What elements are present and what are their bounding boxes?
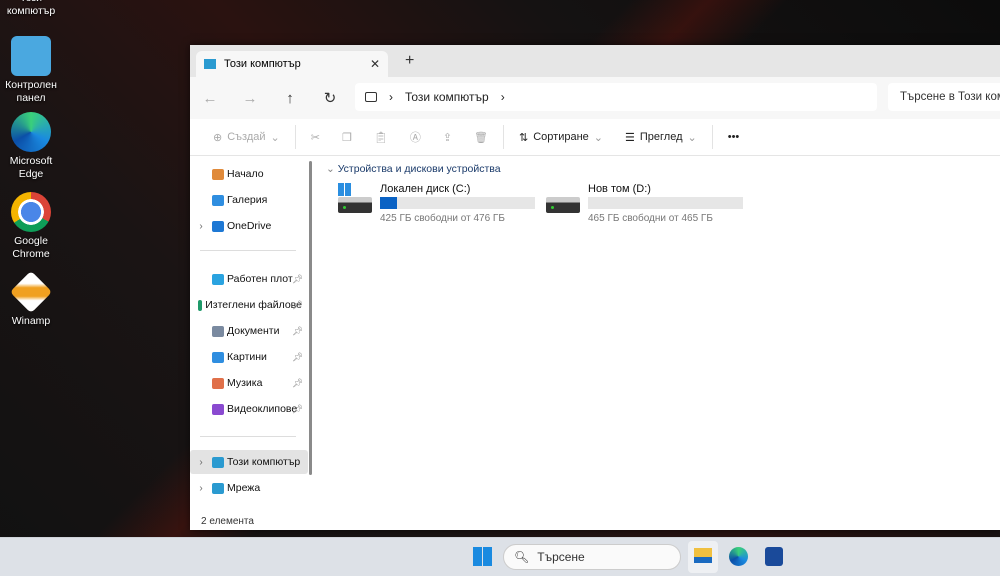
taskbar-store[interactable] xyxy=(765,547,783,566)
command-bar: ⊕Създай⌄ ✂ ❐ 📋︎ Ⓐ ⇪ 🗑︎ ⇅Сортиране⌄ ☰Прег… xyxy=(190,119,1000,156)
pin-icon[interactable]: 📌︎ xyxy=(292,274,302,285)
group-header-devices[interactable]: ⌄ Устройства и дискови устройства xyxy=(326,163,501,175)
view-button[interactable]: ☰Преглед⌄ xyxy=(614,131,708,144)
sidebar-item-pictures[interactable]: Картини📌︎ xyxy=(190,345,302,369)
desktop-icon-chrome[interactable]: Google Chrome xyxy=(0,192,62,261)
folder-icon xyxy=(694,548,712,563)
create-button[interactable]: ⊕Създай⌄ xyxy=(202,131,291,144)
divider xyxy=(200,250,296,251)
desktop-folder-icon xyxy=(212,274,224,285)
status-bar-item-count: 2 елемента xyxy=(201,516,254,527)
pin-icon[interactable]: 📌︎ xyxy=(292,326,302,337)
divider xyxy=(295,125,296,149)
cut-icon[interactable]: ✂ xyxy=(300,131,331,144)
sidebar-item-music[interactable]: Музика📌︎ xyxy=(190,371,302,395)
drive-usage-bar xyxy=(380,197,535,209)
computer-icon xyxy=(212,457,224,468)
sidebar-item-onedrive[interactable]: ›OneDrive xyxy=(190,214,302,238)
sidebar-item-home[interactable]: Начало xyxy=(190,162,302,186)
sidebar-item-network[interactable]: ›Мрежа xyxy=(190,476,302,500)
close-tab-button[interactable]: ✕ xyxy=(370,57,380,71)
documents-icon xyxy=(212,326,224,337)
home-icon xyxy=(212,169,224,180)
plus-circle-icon: ⊕ xyxy=(213,131,222,144)
up-button[interactable]: ↑ xyxy=(270,90,310,107)
videos-icon xyxy=(212,404,224,415)
divider xyxy=(503,125,504,149)
copy-icon[interactable]: ❐ xyxy=(331,131,363,144)
control-panel-icon xyxy=(11,36,51,76)
sidebar-item-documents[interactable]: Документи📌︎ xyxy=(190,319,302,343)
sidebar-item-videos[interactable]: Видеоклипове📌︎ xyxy=(190,397,302,421)
pin-icon[interactable]: 📌︎ xyxy=(292,378,302,389)
breadcrumb-this-pc[interactable]: Този компютър xyxy=(405,90,489,104)
sidebar-item-downloads[interactable]: Изтеглени файлове📌︎ xyxy=(190,293,302,317)
tab-bar: Този компютър ✕ + xyxy=(190,45,1000,77)
start-button[interactable] xyxy=(473,547,492,566)
navigation-pane: Начало Галерия ›OneDrive Работен плот📌︎ … xyxy=(190,157,312,517)
desktop-icon-winamp[interactable]: Winamp xyxy=(0,272,62,328)
taskbar: 🔍︎Търсене xyxy=(0,537,1000,576)
forward-button[interactable]: → xyxy=(230,90,270,107)
taskbar-search[interactable]: 🔍︎Търсене xyxy=(503,544,681,570)
view-icon: ☰ xyxy=(625,131,635,144)
address-row: ← → ↑ ↻ › Този компютър › Търсене в Този… xyxy=(190,77,1000,119)
paste-icon[interactable]: 📋︎ xyxy=(363,131,399,144)
pin-icon[interactable]: 📌︎ xyxy=(292,352,302,363)
taskbar-edge[interactable] xyxy=(729,547,748,566)
sidebar-item-gallery[interactable]: Галерия xyxy=(190,188,302,212)
winamp-icon xyxy=(10,271,52,313)
more-options-button[interactable]: ••• xyxy=(717,131,751,143)
pin-icon[interactable]: 📌︎ xyxy=(292,300,302,311)
sidebar-item-desktop[interactable]: Работен плот📌︎ xyxy=(190,267,302,291)
music-icon xyxy=(212,378,224,389)
drive-usage-bar xyxy=(588,197,743,209)
search-icon: 🔍︎ xyxy=(514,550,529,564)
address-bar[interactable]: › Този компютър › xyxy=(355,83,877,111)
sidebar-scrollbar[interactable] xyxy=(309,161,312,475)
chevron-right-icon: › xyxy=(389,90,393,104)
desktop-icon-control-panel[interactable]: Контролен панел xyxy=(0,36,62,105)
pin-icon[interactable]: 📌︎ xyxy=(292,404,302,415)
drive-c[interactable]: Локален диск (C:) 425 ГБ свободни от 476… xyxy=(338,183,548,227)
chevron-right-icon[interactable]: › xyxy=(501,90,505,104)
sort-button[interactable]: ⇅Сортиране⌄ xyxy=(508,131,614,144)
pictures-icon xyxy=(212,352,224,363)
sidebar-item-this-pc[interactable]: ›Този компютър xyxy=(190,450,308,474)
desktop-icon-this-pc[interactable]: Този компютър xyxy=(0,0,62,18)
share-icon[interactable]: ⇪ xyxy=(432,131,463,144)
chrome-icon xyxy=(11,192,51,232)
monitor-icon xyxy=(365,92,377,102)
search-input[interactable]: Търсене в Този компютър xyxy=(888,83,1000,111)
drive-icon xyxy=(338,197,372,213)
content-pane: ⌄ Устройства и дискови устройства Локале… xyxy=(318,157,1000,512)
gallery-icon xyxy=(212,195,224,206)
drive-d[interactable]: Нов том (D:) 465 ГБ свободни от 465 ГБ xyxy=(546,183,756,227)
drive-icon xyxy=(546,197,580,213)
onedrive-icon xyxy=(212,221,224,232)
refresh-button[interactable]: ↻ xyxy=(310,89,350,107)
delete-icon[interactable]: 🗑︎ xyxy=(463,131,499,144)
desktop-icon-edge[interactable]: Microsoft Edge xyxy=(0,112,62,181)
new-tab-button[interactable]: + xyxy=(405,52,414,70)
taskbar-file-explorer[interactable] xyxy=(688,541,718,573)
windows-logo-icon xyxy=(338,183,351,196)
sort-icon: ⇅ xyxy=(519,131,528,144)
edge-icon xyxy=(11,112,51,152)
divider xyxy=(712,125,713,149)
downloads-icon xyxy=(198,300,202,311)
network-icon xyxy=(212,483,224,494)
drive-usage-fill xyxy=(380,197,397,209)
back-button[interactable]: ← xyxy=(190,90,230,107)
tab-this-pc[interactable]: Този компютър ✕ xyxy=(196,51,388,77)
rename-icon[interactable]: Ⓐ xyxy=(399,129,432,145)
computer-icon xyxy=(204,59,216,69)
divider xyxy=(200,436,296,437)
file-explorer-window: Този компютър ✕ + ← → ↑ ↻ › Този компютъ… xyxy=(190,45,1000,530)
